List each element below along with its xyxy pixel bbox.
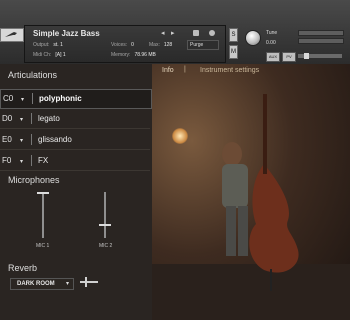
articulation-name: FX [38, 156, 49, 165]
articulation-name: legato [38, 114, 60, 123]
aux-button[interactable]: AUX [266, 52, 280, 62]
next-instrument-button[interactable]: ▸ [171, 29, 175, 37]
articulation-row-glissando[interactable]: E0 ▾ glissando [0, 131, 150, 150]
tab-info[interactable]: Info [162, 67, 174, 74]
articulation-row-legato[interactable]: D0 ▾ legato [0, 110, 150, 129]
max-row[interactable]: Max: 128 [149, 42, 172, 48]
lamp-glow [172, 128, 188, 144]
divider [31, 134, 32, 145]
microphones-title: Microphones [8, 175, 60, 185]
reverb-level-slider[interactable] [80, 281, 98, 283]
divider [32, 93, 33, 104]
mic2-slider-handle[interactable] [99, 224, 111, 227]
mic2-label: MIC 2 [99, 243, 113, 249]
chevron-down-icon: ▾ [65, 281, 69, 287]
memory-row: Memory: 78.96 MB [111, 52, 156, 58]
chevron-down-icon[interactable]: ▾ [21, 96, 24, 103]
level-meter-left [298, 30, 344, 36]
instrument-photo [152, 64, 350, 320]
voices-value: 0 [131, 42, 134, 48]
articulation-key: E0 [2, 135, 12, 144]
photo-tabs: Info | Instrument settings [152, 64, 350, 80]
chevron-down-icon[interactable]: ▾ [20, 158, 23, 165]
output-label: Output: [33, 42, 50, 48]
pv-button[interactable]: PV [282, 52, 296, 62]
reverb-level-handle[interactable] [85, 277, 87, 287]
memory-label: Memory: [111, 52, 131, 58]
articulation-name: polyphonic [39, 94, 82, 103]
tune-value: 0.00 [266, 40, 276, 46]
midi-label: Midi Ch: [33, 52, 52, 58]
midi-value[interactable]: [A] 1 [55, 52, 65, 58]
output-value[interactable]: st. 1 [53, 42, 62, 48]
instrument-strip: Simple Jazz Bass ◂ ▸ Output: st. 1 Midi C… [24, 25, 226, 63]
reverb-preset-dropdown[interactable]: DARK ROOM ▾ [10, 278, 74, 290]
divider [31, 155, 32, 166]
mic1-slider-track[interactable] [42, 192, 44, 238]
tab-separator: | [184, 66, 186, 73]
articulation-key: D0 [2, 114, 13, 123]
tune-label: Tune [266, 30, 278, 36]
memory-value: 78.96 MB [134, 52, 156, 58]
wrench-button[interactable] [0, 28, 24, 42]
reverb-preset-value: DARK ROOM [17, 281, 55, 287]
wrench-icon [5, 32, 17, 37]
tune-knob[interactable] [245, 30, 261, 46]
mic2-slider-track[interactable] [104, 192, 106, 238]
instrument-header: Simple Jazz Bass ◂ ▸ Output: st. 1 Midi C… [0, 0, 350, 65]
solo-button[interactable]: S [229, 28, 238, 42]
mic1-slider-handle[interactable] [37, 192, 49, 194]
purge-label: Purge [190, 42, 204, 48]
articulation-name: glissando [38, 135, 72, 144]
mic1-label: MIC 1 [36, 243, 50, 249]
level-meter-right [298, 38, 344, 44]
camera-icon[interactable] [193, 30, 199, 36]
tab-instrument-settings[interactable]: Instrument settings [200, 67, 259, 74]
reverb-title: Reverb [8, 263, 38, 273]
midi-row[interactable]: Midi Ch: [A] 1 [33, 52, 66, 58]
chevron-down-icon[interactable]: ▾ [20, 116, 23, 123]
max-label: Max: [149, 42, 160, 48]
output-row[interactable]: Output: st. 1 [33, 42, 63, 48]
info-icon[interactable] [209, 30, 215, 36]
double-bass-player-illustration [152, 94, 350, 320]
voices-row: Voices: 0 [111, 42, 134, 48]
prev-instrument-button[interactable]: ◂ [161, 29, 165, 37]
max-value[interactable]: 128 [164, 42, 172, 48]
articulation-key: C0 [3, 94, 14, 103]
volume-slider-handle[interactable] [304, 53, 309, 59]
articulations-title: Articulations [8, 70, 58, 80]
voices-label: Voices: [111, 42, 128, 48]
mute-button[interactable]: M [229, 45, 238, 59]
articulation-key: F0 [2, 156, 12, 165]
purge-dropdown[interactable]: Purge [187, 40, 219, 50]
instrument-title: Simple Jazz Bass [33, 29, 100, 38]
articulation-row-fx[interactable]: F0 ▾ FX [0, 152, 150, 171]
articulation-row-polyphonic[interactable]: C0 ▾ polyphonic [0, 89, 152, 109]
chevron-down-icon[interactable]: ▾ [20, 137, 23, 144]
divider [31, 113, 32, 124]
